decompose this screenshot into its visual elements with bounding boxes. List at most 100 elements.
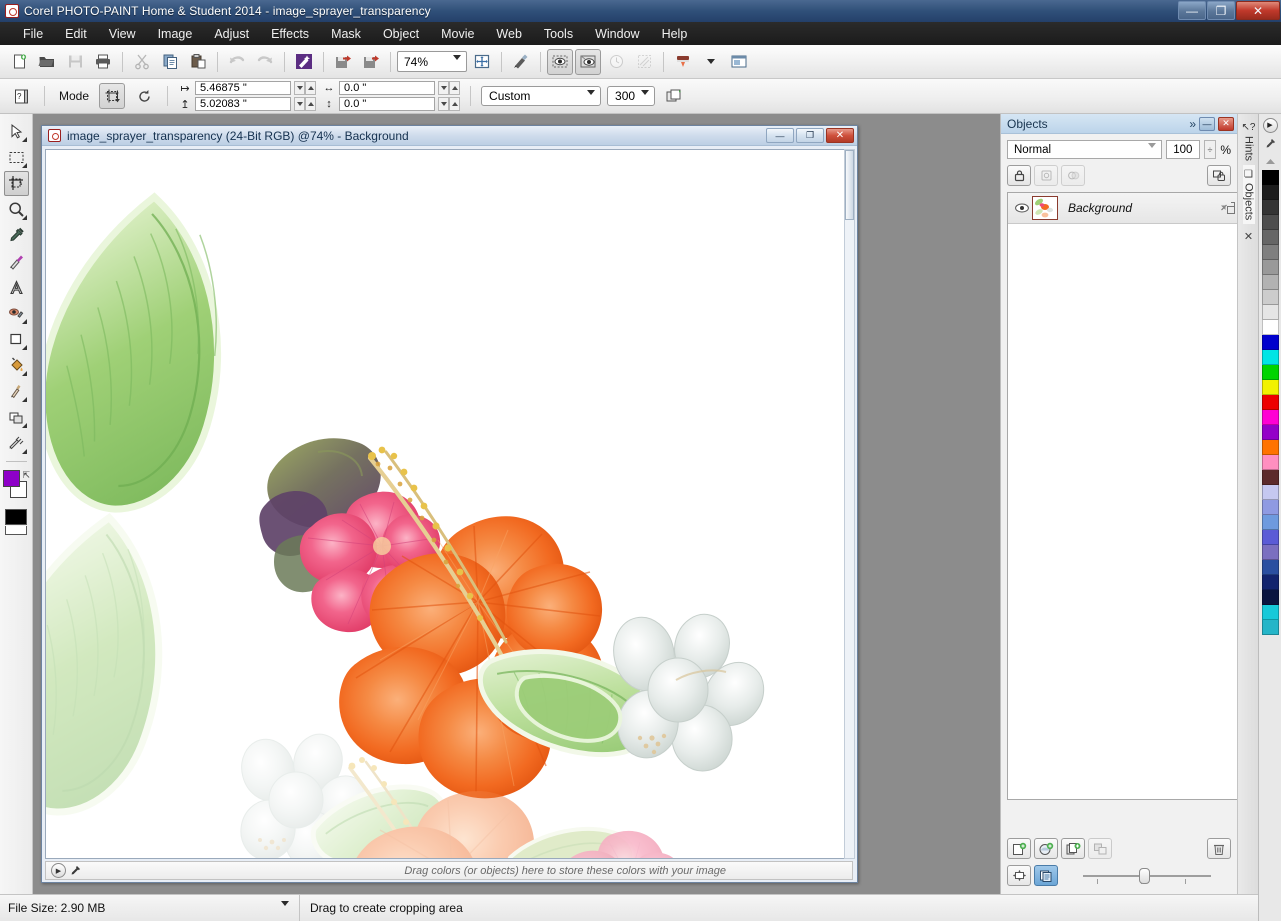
eyedropper-tool[interactable] (4, 223, 29, 248)
palette-swatch[interactable] (1262, 605, 1279, 620)
menu-view[interactable]: View (98, 24, 147, 44)
menu-file[interactable]: File (12, 24, 54, 44)
crop-height-spinner[interactable] (294, 97, 316, 111)
transparency-swatch[interactable] (5, 526, 27, 535)
palette-swatch[interactable] (1262, 410, 1279, 425)
fill-tool[interactable] (4, 353, 29, 378)
menu-effects[interactable]: Effects (260, 24, 320, 44)
opacity-spinner[interactable]: ÷ (1204, 140, 1217, 159)
palette-swatch[interactable] (1262, 275, 1279, 290)
paint-tool[interactable] (4, 249, 29, 274)
palette-swatch[interactable] (1262, 170, 1279, 185)
palette-swatch[interactable] (1262, 485, 1279, 500)
text-tool[interactable] (4, 275, 29, 300)
show-mask-icon[interactable] (547, 49, 573, 75)
menu-object[interactable]: Object (372, 24, 430, 44)
menu-help[interactable]: Help (651, 24, 699, 44)
combine-object-icon[interactable] (1088, 838, 1112, 859)
close-button[interactable]: ✕ (1236, 1, 1280, 20)
page-icon[interactable]: ? (8, 83, 34, 109)
object-properties-icon[interactable] (1220, 201, 1236, 215)
swap-colors-icon[interactable]: ⇱ (22, 470, 30, 481)
spin-down-icon[interactable] (294, 97, 305, 111)
crop-posx-input[interactable]: 0.0 " (339, 81, 435, 95)
palette-swatch[interactable] (1262, 260, 1279, 275)
restore-button[interactable]: ❐ (1207, 1, 1235, 20)
cut-icon[interactable] (129, 49, 155, 75)
crop-posy-spinner[interactable] (438, 97, 460, 111)
opacity-input[interactable]: 100 (1166, 140, 1199, 159)
import-icon[interactable] (330, 49, 356, 75)
pick-tool[interactable] (4, 119, 29, 144)
undo-icon[interactable] (224, 49, 250, 75)
fit-window-icon[interactable] (469, 49, 495, 75)
new-lens-icon[interactable] (1034, 838, 1058, 859)
palette-swatch[interactable] (1262, 575, 1279, 590)
blend-mode-combo[interactable]: Normal (1007, 140, 1162, 159)
palette-swatch[interactable] (1262, 290, 1279, 305)
scroll-up-icon[interactable] (1262, 153, 1279, 169)
palette-swatch[interactable] (1262, 515, 1279, 530)
palette-scroll-icon[interactable]: ▶ (50, 863, 67, 879)
object-tool[interactable] (4, 405, 29, 430)
lock-object-icon[interactable] (1207, 165, 1231, 186)
crop-preset-combo[interactable]: Custom (481, 86, 601, 106)
effect-tool[interactable] (4, 301, 29, 326)
new-icon[interactable] (6, 49, 32, 75)
table-row[interactable]: Background (1008, 193, 1242, 224)
crop-mode-icon[interactable] (99, 83, 125, 109)
crop-posy-input[interactable]: 0.0 " (339, 97, 435, 111)
slider-thumb[interactable] (1139, 868, 1150, 884)
crop-resolution-combo[interactable]: 300 (607, 86, 655, 106)
spin-up-icon[interactable] (305, 97, 316, 111)
zoom-tool[interactable] (4, 197, 29, 222)
image-canvas[interactable] (45, 149, 845, 859)
clear-crop-icon[interactable] (661, 83, 687, 109)
file-size-field[interactable]: File Size: 2.90 MB (0, 895, 300, 921)
canvas-vertical-scrollbar[interactable] (844, 149, 855, 859)
palette-swatch[interactable] (1262, 560, 1279, 575)
print-icon[interactable] (90, 49, 116, 75)
menu-movie[interactable]: Movie (430, 24, 485, 44)
palette-swatch[interactable] (1262, 425, 1279, 440)
lock-alpha-icon[interactable] (1061, 165, 1085, 186)
new-object-icon[interactable] (1007, 838, 1031, 859)
secondary-black-swatch[interactable] (5, 509, 27, 525)
menu-tools[interactable]: Tools (533, 24, 584, 44)
show-overlay-icon[interactable] (575, 49, 601, 75)
thumbnail-size-slider[interactable] (1083, 867, 1211, 885)
spin-up-icon[interactable] (305, 81, 316, 95)
rotate-icon[interactable] (131, 83, 157, 109)
fill-color-swatch[interactable] (3, 470, 20, 487)
palette-swatch[interactable] (1262, 215, 1279, 230)
palette-swatch[interactable] (1262, 200, 1279, 215)
dialog-icon[interactable] (726, 49, 752, 75)
lock-position-icon[interactable] (1034, 165, 1058, 186)
clone-tool[interactable] (4, 379, 29, 404)
object-manager-icon[interactable] (1034, 865, 1058, 886)
eyedropper-icon[interactable] (67, 863, 84, 879)
eyedropper-icon[interactable] (1262, 135, 1279, 151)
document-restore-button[interactable]: ❐ (796, 128, 824, 143)
palette-swatch[interactable] (1262, 620, 1279, 635)
object-properties-icon[interactable] (1007, 865, 1031, 886)
spin-down-icon[interactable] (438, 81, 449, 95)
spin-up-icon[interactable] (449, 81, 460, 95)
palette-swatch[interactable] (1262, 545, 1279, 560)
lock-transparency-icon[interactable] (1007, 165, 1031, 186)
spin-down-icon[interactable] (438, 97, 449, 111)
palette-swatch[interactable] (1262, 245, 1279, 260)
color-swatches[interactable]: ⇱ (2, 470, 30, 504)
spin-up-icon[interactable] (449, 97, 460, 111)
object-thumbnail[interactable] (1032, 196, 1058, 220)
palette-swatch[interactable] (1262, 470, 1279, 485)
scrollbar-thumb[interactable] (845, 150, 854, 220)
palette-swatch[interactable] (1262, 185, 1279, 200)
magic-wand-icon[interactable] (291, 49, 317, 75)
menu-image[interactable]: Image (147, 24, 204, 44)
duplicate-object-icon[interactable] (1061, 838, 1085, 859)
fill-icon[interactable] (670, 49, 696, 75)
menu-window[interactable]: Window (584, 24, 650, 44)
palette-swatch[interactable] (1262, 380, 1279, 395)
crop-height-input[interactable]: 5.02083 " (195, 97, 291, 111)
